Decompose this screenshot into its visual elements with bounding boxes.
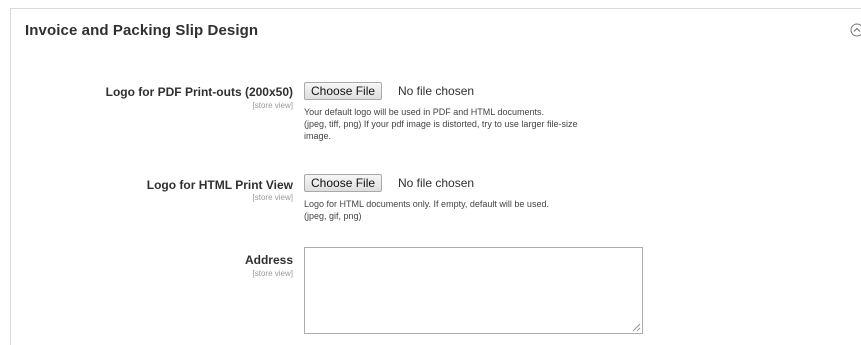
address-scope: [store view] xyxy=(252,269,293,278)
logo-pdf-note-line-2: (jpeg, tiff, png) If your pdf image is d… xyxy=(304,119,578,129)
logo-html-choose-file-button[interactable]: Choose File xyxy=(304,174,383,192)
invoice-packing-slip-section: Invoice and Packing Slip Design Logo for… xyxy=(10,8,861,345)
logo-pdf-scope: [store view] xyxy=(252,101,293,110)
logo-html-file-status: No file chosen xyxy=(398,176,475,190)
logo-html-note-line-2: (jpeg, gif, png) xyxy=(304,211,362,221)
section-title[interactable]: Invoice and Packing Slip Design xyxy=(25,22,258,39)
address-label: Address xyxy=(244,253,293,267)
logo-pdf-note-line-1: Your default logo will be used in PDF an… xyxy=(304,107,544,117)
logo-pdf-note-line-3: image. xyxy=(304,131,332,141)
logo-pdf-choose-file-button[interactable]: Choose File xyxy=(304,82,383,100)
logo-html-note-line-1: Logo for HTML documents only. If empty, … xyxy=(304,199,549,209)
logo-html-scope: [store view] xyxy=(252,193,293,202)
logo-pdf-file-status: No file chosen xyxy=(398,84,475,98)
logo-html-label: Logo for HTML Print View xyxy=(146,178,293,192)
address-textarea[interactable] xyxy=(304,247,643,334)
logo-pdf-label: Logo for PDF Print-outs (200x50) xyxy=(105,85,293,99)
resize-grip-icon[interactable] xyxy=(631,322,641,332)
chevron-up-circle-icon[interactable] xyxy=(850,23,861,37)
